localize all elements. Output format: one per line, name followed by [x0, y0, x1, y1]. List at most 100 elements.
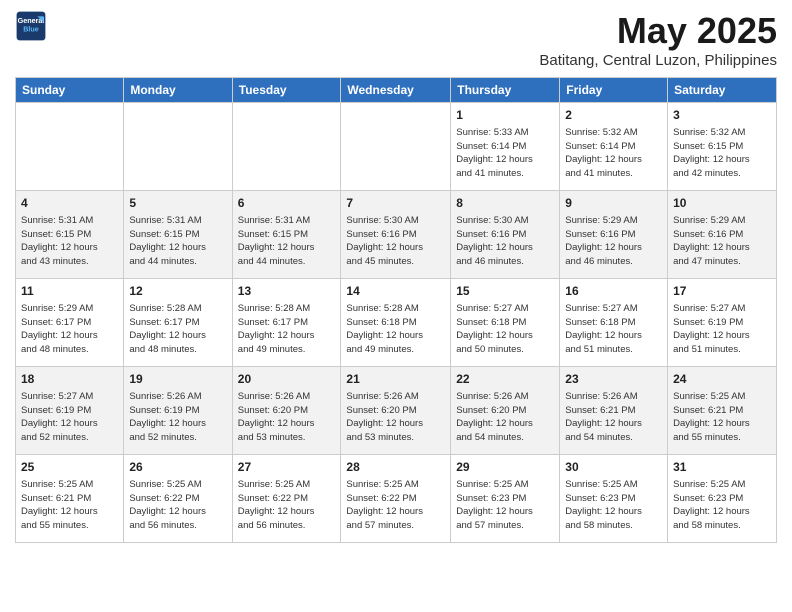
day-number: 11 — [21, 283, 118, 300]
day-info: Sunrise: 5:33 AMSunset: 6:14 PMDaylight:… — [456, 126, 554, 181]
svg-text:Blue: Blue — [23, 25, 39, 34]
calendar-week-row: 25 Sunrise: 5:25 AMSunset: 6:21 PMDayligh… — [16, 455, 777, 543]
day-info: Sunrise: 5:25 AMSunset: 6:21 PMDaylight:… — [21, 478, 118, 533]
calendar-cell: 1Sunrise: 5:33 AMSunset: 6:14 PMDaylight… — [451, 103, 560, 191]
day-number: 24 — [673, 371, 771, 388]
calendar-cell: 5Sunrise: 5:31 AMSunset: 6:15 PMDaylight… — [124, 191, 232, 279]
day-info: Sunrise: 5:26 AMSunset: 6:20 PMDaylight:… — [456, 390, 554, 445]
day-info: Sunrise: 5:30 AMSunset: 6:16 PMDaylight:… — [346, 214, 445, 269]
calendar-week-row: 11 Sunrise: 5:29 AMSunset: 6:17 PMDayligh… — [16, 279, 777, 367]
col-header-saturday: Saturday — [668, 78, 777, 103]
calendar-cell: 23 Sunrise: 5:26 AMSunset: 6:21 PMDayligh… — [560, 367, 668, 455]
col-header-monday: Monday — [124, 78, 232, 103]
calendar-cell: 12 Sunrise: 5:28 AMSunset: 6:17 PMDayligh… — [124, 279, 232, 367]
day-number: 29 — [456, 459, 554, 476]
day-number: 22 — [456, 371, 554, 388]
calendar-header-row: SundayMondayTuesdayWednesdayThursdayFrid… — [16, 78, 777, 103]
day-info: Sunrise: 5:29 AMSunset: 6:16 PMDaylight:… — [565, 214, 662, 269]
calendar-title: May 2025 — [539, 10, 777, 52]
calendar-week-row: 1Sunrise: 5:33 AMSunset: 6:14 PMDaylight… — [16, 103, 777, 191]
day-number: 10 — [673, 195, 771, 212]
day-info: Sunrise: 5:27 AMSunset: 6:19 PMDaylight:… — [673, 302, 771, 357]
day-info: Sunrise: 5:29 AMSunset: 6:17 PMDaylight:… — [21, 302, 118, 357]
day-info: Sunrise: 5:25 AMSunset: 6:22 PMDaylight:… — [238, 478, 336, 533]
day-number: 2 — [565, 107, 662, 124]
day-number: 16 — [565, 283, 662, 300]
day-number: 21 — [346, 371, 445, 388]
calendar-cell: 15 Sunrise: 5:27 AMSunset: 6:18 PMDayligh… — [451, 279, 560, 367]
calendar-week-row: 4 Sunrise: 5:31 AMSunset: 6:15 PMDaylight… — [16, 191, 777, 279]
calendar-cell: 25 Sunrise: 5:25 AMSunset: 6:21 PMDayligh… — [16, 455, 124, 543]
day-number: 26 — [129, 459, 226, 476]
day-info: Sunrise: 5:29 AMSunset: 6:16 PMDaylight:… — [673, 214, 771, 269]
calendar-cell: 13 Sunrise: 5:28 AMSunset: 6:17 PMDayligh… — [232, 279, 341, 367]
day-number: 23 — [565, 371, 662, 388]
day-info: Sunrise: 5:28 AMSunset: 6:17 PMDaylight:… — [238, 302, 336, 357]
day-info: Sunrise: 5:26 AMSunset: 6:19 PMDaylight:… — [129, 390, 226, 445]
day-info: Sunrise: 5:32 AMSunset: 6:14 PMDaylight:… — [565, 126, 662, 181]
calendar-cell: 30 Sunrise: 5:25 AMSunset: 6:23 PMDayligh… — [560, 455, 668, 543]
day-info: Sunrise: 5:25 AMSunset: 6:23 PMDaylight:… — [565, 478, 662, 533]
calendar-cell — [232, 103, 341, 191]
day-number: 13 — [238, 283, 336, 300]
calendar-cell: 27 Sunrise: 5:25 AMSunset: 6:22 PMDayligh… — [232, 455, 341, 543]
day-info: Sunrise: 5:31 AMSunset: 6:15 PMDaylight:… — [21, 214, 118, 269]
calendar-cell: 7 Sunrise: 5:30 AMSunset: 6:16 PMDaylight… — [341, 191, 451, 279]
calendar-cell: 9 Sunrise: 5:29 AMSunset: 6:16 PMDaylight… — [560, 191, 668, 279]
calendar-cell: 19 Sunrise: 5:26 AMSunset: 6:19 PMDayligh… — [124, 367, 232, 455]
day-number: 5 — [129, 195, 226, 212]
calendar-cell — [16, 103, 124, 191]
day-number: 28 — [346, 459, 445, 476]
calendar-cell: 2 Sunrise: 5:32 AMSunset: 6:14 PMDaylight… — [560, 103, 668, 191]
calendar-cell: 6Sunrise: 5:31 AMSunset: 6:15 PMDaylight… — [232, 191, 341, 279]
day-number: 14 — [346, 283, 445, 300]
calendar-cell: 8 Sunrise: 5:30 AMSunset: 6:16 PMDaylight… — [451, 191, 560, 279]
title-area: May 2025 Batitang, Central Luzon, Philip… — [539, 10, 777, 69]
day-number: 9 — [565, 195, 662, 212]
logo: General Blue — [15, 10, 47, 42]
day-number: 17 — [673, 283, 771, 300]
calendar-cell — [341, 103, 451, 191]
col-header-wednesday: Wednesday — [341, 78, 451, 103]
calendar-cell — [124, 103, 232, 191]
day-info: Sunrise: 5:25 AMSunset: 6:23 PMDaylight:… — [673, 478, 771, 533]
calendar-subtitle: Batitang, Central Luzon, Philippines — [539, 52, 777, 69]
calendar-cell: 14Sunrise: 5:28 AMSunset: 6:18 PMDayligh… — [341, 279, 451, 367]
day-number: 27 — [238, 459, 336, 476]
calendar-cell: 4 Sunrise: 5:31 AMSunset: 6:15 PMDaylight… — [16, 191, 124, 279]
col-header-sunday: Sunday — [16, 78, 124, 103]
day-info: Sunrise: 5:27 AMSunset: 6:18 PMDaylight:… — [456, 302, 554, 357]
day-info: Sunrise: 5:25 AMSunset: 6:22 PMDaylight:… — [129, 478, 226, 533]
col-header-friday: Friday — [560, 78, 668, 103]
day-info: Sunrise: 5:25 AMSunset: 6:22 PMDaylight:… — [346, 478, 445, 533]
day-number: 30 — [565, 459, 662, 476]
day-info: Sunrise: 5:27 AMSunset: 6:18 PMDaylight:… — [565, 302, 662, 357]
day-number: 15 — [456, 283, 554, 300]
day-number: 7 — [346, 195, 445, 212]
day-info: Sunrise: 5:30 AMSunset: 6:16 PMDaylight:… — [456, 214, 554, 269]
calendar-cell: 3Sunrise: 5:32 AMSunset: 6:15 PMDaylight… — [668, 103, 777, 191]
calendar-cell: 29 Sunrise: 5:25 AMSunset: 6:23 PMDayligh… — [451, 455, 560, 543]
day-number: 31 — [673, 459, 771, 476]
calendar-table: SundayMondayTuesdayWednesdayThursdayFrid… — [15, 77, 777, 543]
calendar-cell: 11 Sunrise: 5:29 AMSunset: 6:17 PMDayligh… — [16, 279, 124, 367]
calendar-cell: 28 Sunrise: 5:25 AMSunset: 6:22 PMDayligh… — [341, 455, 451, 543]
day-info: Sunrise: 5:26 AMSunset: 6:21 PMDaylight:… — [565, 390, 662, 445]
calendar-cell: 20Sunrise: 5:26 AMSunset: 6:20 PMDayligh… — [232, 367, 341, 455]
day-info: Sunrise: 5:25 AMSunset: 6:23 PMDaylight:… — [456, 478, 554, 533]
day-number: 19 — [129, 371, 226, 388]
day-info: Sunrise: 5:26 AMSunset: 6:20 PMDaylight:… — [346, 390, 445, 445]
col-header-tuesday: Tuesday — [232, 78, 341, 103]
calendar-cell: 31 Sunrise: 5:25 AMSunset: 6:23 PMDayligh… — [668, 455, 777, 543]
calendar-cell: 26 Sunrise: 5:25 AMSunset: 6:22 PMDayligh… — [124, 455, 232, 543]
calendar-cell: 24Sunrise: 5:25 AMSunset: 6:21 PMDayligh… — [668, 367, 777, 455]
day-number: 8 — [456, 195, 554, 212]
day-number: 12 — [129, 283, 226, 300]
calendar-cell: 18 Sunrise: 5:27 AMSunset: 6:19 PMDayligh… — [16, 367, 124, 455]
calendar-cell: 21 Sunrise: 5:26 AMSunset: 6:20 PMDayligh… — [341, 367, 451, 455]
day-info: Sunrise: 5:28 AMSunset: 6:17 PMDaylight:… — [129, 302, 226, 357]
day-number: 25 — [21, 459, 118, 476]
day-number: 18 — [21, 371, 118, 388]
day-info: Sunrise: 5:27 AMSunset: 6:19 PMDaylight:… — [21, 390, 118, 445]
day-number: 4 — [21, 195, 118, 212]
